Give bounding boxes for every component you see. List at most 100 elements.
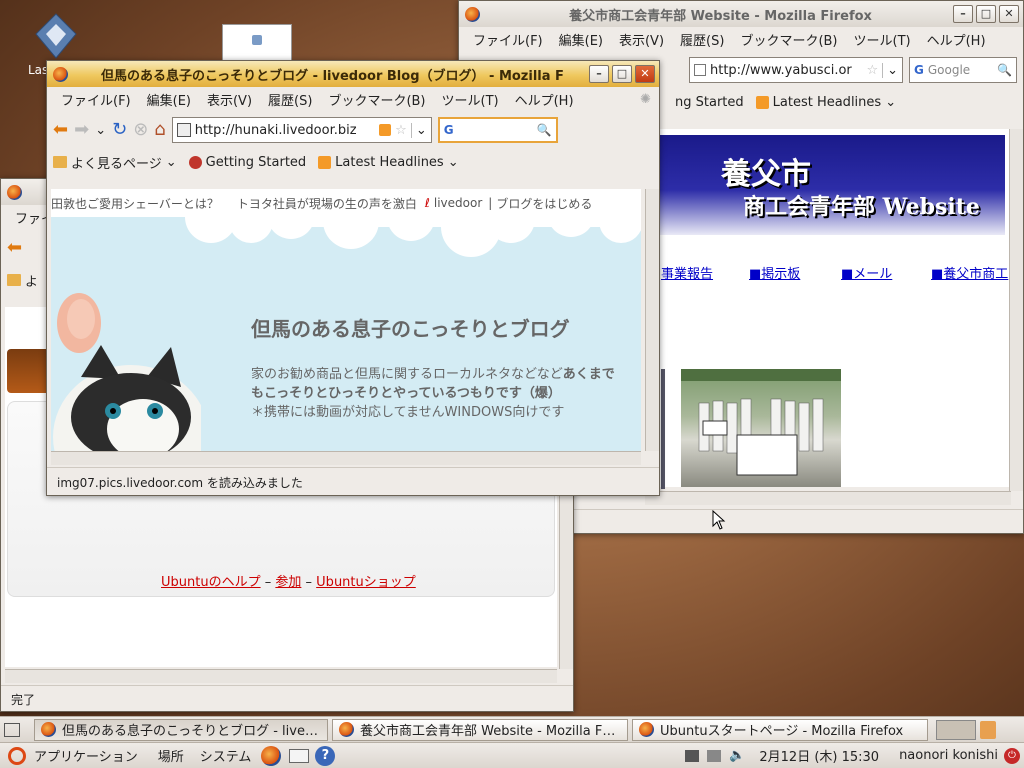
menu-history[interactable]: 履歴(S) xyxy=(672,30,732,49)
menu-bookmarks[interactable]: ブックマーク(B) xyxy=(732,30,845,49)
bookmark-latest-headlines[interactable]: Latest Headlines ⌄ xyxy=(755,95,896,110)
vertical-scrollbar[interactable] xyxy=(645,189,659,451)
ticker-link-1[interactable]: 田敦也ご愛用シェーバーとは？ xyxy=(51,195,219,212)
page-content: 養父市 商工会青年部 Website 事業報告 ■掲示板 ■メール ■養父市商工 xyxy=(659,129,1009,489)
livedoor-logo[interactable]: ℓ livedoor xyxy=(425,196,482,210)
menu-bookmarks[interactable]: ブックマーク(B) xyxy=(320,90,433,109)
status-text: img07.pics.livedoor.com を読み込みました xyxy=(57,476,303,490)
menu-view[interactable]: 表示(V) xyxy=(611,30,672,49)
link-shoukou[interactable]: ■養父市商工 xyxy=(931,263,1008,282)
show-desktop-icon[interactable] xyxy=(4,722,20,737)
menu-file[interactable]: ファイル(F) xyxy=(53,90,139,109)
back-icon[interactable]: ⬅ xyxy=(53,119,68,141)
link-mail[interactable]: ■メール xyxy=(841,263,892,282)
link-jigyou[interactable]: 事業報告 xyxy=(661,263,713,282)
chevron-down-icon: ⌄ xyxy=(447,154,459,170)
ubuntu-links: Ubuntuのヘルプ – 参加 – Ubuntuショップ xyxy=(161,575,416,590)
ticker-link-2[interactable]: トヨタ社員が現場の生の声を激白 xyxy=(237,195,417,212)
star-icon[interactable]: ☆ xyxy=(395,123,407,138)
close-button[interactable]: ✕ xyxy=(635,65,655,83)
site-banner: 養父市 商工会青年部 Website xyxy=(659,135,1005,235)
rss-icon[interactable] xyxy=(379,124,392,136)
link-participate[interactable]: 参加 xyxy=(275,575,301,590)
maximize-button[interactable]: □ xyxy=(612,65,632,83)
menu-history[interactable]: 履歴(S) xyxy=(260,90,320,109)
menu-tools[interactable]: ツール(T) xyxy=(434,90,507,109)
firefox-launcher-icon[interactable] xyxy=(261,745,282,766)
gnome-panel: アプリケーション 場所 システム ? 🔈 2月12日 (木) 15:30 nao… xyxy=(0,742,1024,768)
vertical-scrollbar[interactable] xyxy=(1009,129,1023,491)
titlebar[interactable]: 但馬のある息子のこっそりとブログ - livedoor Blog（ブログ） - … xyxy=(47,61,659,87)
menu-help[interactable]: ヘルプ(H) xyxy=(919,30,994,49)
menu-view[interactable]: 表示(V) xyxy=(199,90,260,109)
chevron-down-icon[interactable]: ⌄ xyxy=(882,62,898,78)
search-input[interactable]: G 🔍 xyxy=(437,117,558,143)
history-dropdown-icon[interactable]: ⌄ xyxy=(95,123,106,138)
kitten-image xyxy=(53,293,201,451)
trash-icon[interactable] xyxy=(980,720,996,739)
star-icon[interactable]: ☆ xyxy=(866,63,878,78)
clock[interactable]: 2月12日 (木) 15:30 xyxy=(759,746,879,765)
bookmark-latest-headlines[interactable]: Latest Headlines ⌄ xyxy=(318,154,459,170)
user-switcher[interactable]: naonori konishi xyxy=(899,748,998,763)
mail-icon[interactable] xyxy=(289,748,310,763)
power-icon[interactable]: ⏻ xyxy=(1004,747,1020,764)
forward-icon[interactable]: ➡ xyxy=(74,119,89,141)
link-ubuntu-shop[interactable]: Ubuntuショップ xyxy=(316,575,416,590)
start-blog-link[interactable]: ブログをはじめる xyxy=(496,195,592,212)
chevron-down-icon[interactable]: ⌄ xyxy=(410,122,427,138)
link-keijiban[interactable]: ■掲示板 xyxy=(749,263,800,282)
menu-system[interactable]: システム xyxy=(200,746,252,765)
menu-applications[interactable]: アプリケーション xyxy=(34,746,138,765)
menu-edit[interactable]: 編集(E) xyxy=(139,90,199,109)
search-input[interactable]: G Google 🔍 xyxy=(909,57,1017,83)
google-icon: G xyxy=(443,123,454,137)
minimize-button[interactable]: – xyxy=(953,5,973,23)
url-field[interactable]: http://hunaki.livedoor.biz ☆ ⌄ xyxy=(171,117,432,143)
reload-icon[interactable]: ↻ xyxy=(112,119,127,141)
horizontal-scrollbar[interactable] xyxy=(5,669,557,683)
rss-icon xyxy=(755,95,769,109)
bookmark-getting-started[interactable]: ng Started xyxy=(675,95,744,110)
menubar: ファイル(F) 編集(E) 表示(V) 履歴(S) ブックマーク(B) ツール(… xyxy=(459,27,1023,51)
horizontal-scrollbar[interactable] xyxy=(645,491,1011,505)
bookmark-frequent[interactable]: よ xyxy=(7,271,38,290)
search-icon[interactable]: 🔍 xyxy=(537,123,552,137)
firefox-icon xyxy=(639,722,654,737)
workspace-switcher[interactable] xyxy=(936,719,976,740)
horizontal-scrollbar[interactable] xyxy=(51,451,641,465)
stop-icon[interactable]: ⊗ xyxy=(133,119,148,141)
menu-tools[interactable]: ツール(T) xyxy=(846,30,919,49)
volume-icon[interactable]: 🔈 xyxy=(729,748,745,763)
help-icon[interactable]: ? xyxy=(315,745,336,766)
menu-places[interactable]: 場所 xyxy=(158,746,184,765)
printer-icon[interactable] xyxy=(707,749,722,762)
laserwm-icon xyxy=(35,13,77,59)
bookmark-frequent[interactable]: よく見るページ ⌄ xyxy=(53,153,177,172)
banner-title: 養父市 xyxy=(721,157,811,192)
menu-help[interactable]: ヘルプ(H) xyxy=(507,90,582,109)
task-blog[interactable]: 但馬のある息子のこっそりとブログ - live… xyxy=(34,718,328,741)
firefox-icon xyxy=(465,6,480,22)
menu-file[interactable]: ファイル(F) xyxy=(465,30,551,49)
url-field[interactable]: http://www.yabusci.or ☆ ⌄ xyxy=(689,57,903,83)
task-ubuntu[interactable]: Ubuntuスタートページ - Mozilla Firefox xyxy=(632,718,928,741)
home-icon[interactable]: ⌂ xyxy=(154,119,165,141)
link-ubuntu-help[interactable]: Ubuntuのヘルプ xyxy=(161,575,261,590)
folder-icon xyxy=(53,156,67,168)
maximize-button[interactable]: □ xyxy=(976,5,996,23)
minimize-button[interactable]: – xyxy=(589,65,609,83)
menu-edit[interactable]: 編集(E) xyxy=(551,30,611,49)
network-icon[interactable] xyxy=(685,749,700,762)
titlebar[interactable]: 養父市商工会青年部 Website - Mozilla Firefox – □ … xyxy=(459,1,1023,27)
close-button[interactable]: ✕ xyxy=(999,5,1019,23)
ubuntu-logo-icon[interactable] xyxy=(8,746,26,765)
site-identity-icon xyxy=(694,64,706,76)
firefox-bookmark-icon xyxy=(188,155,202,169)
bookmark-getting-started[interactable]: Getting Started xyxy=(188,155,306,170)
search-icon[interactable]: 🔍 xyxy=(997,63,1012,77)
blog-title[interactable]: 但馬のある息子のこっそりとブログ xyxy=(251,313,570,342)
task-yabu[interactable]: 養父市商工会青年部 Website - Mozilla F… xyxy=(332,718,628,741)
back-icon[interactable]: ⬅ xyxy=(7,237,22,259)
document-thumb-icon[interactable] xyxy=(222,24,292,62)
